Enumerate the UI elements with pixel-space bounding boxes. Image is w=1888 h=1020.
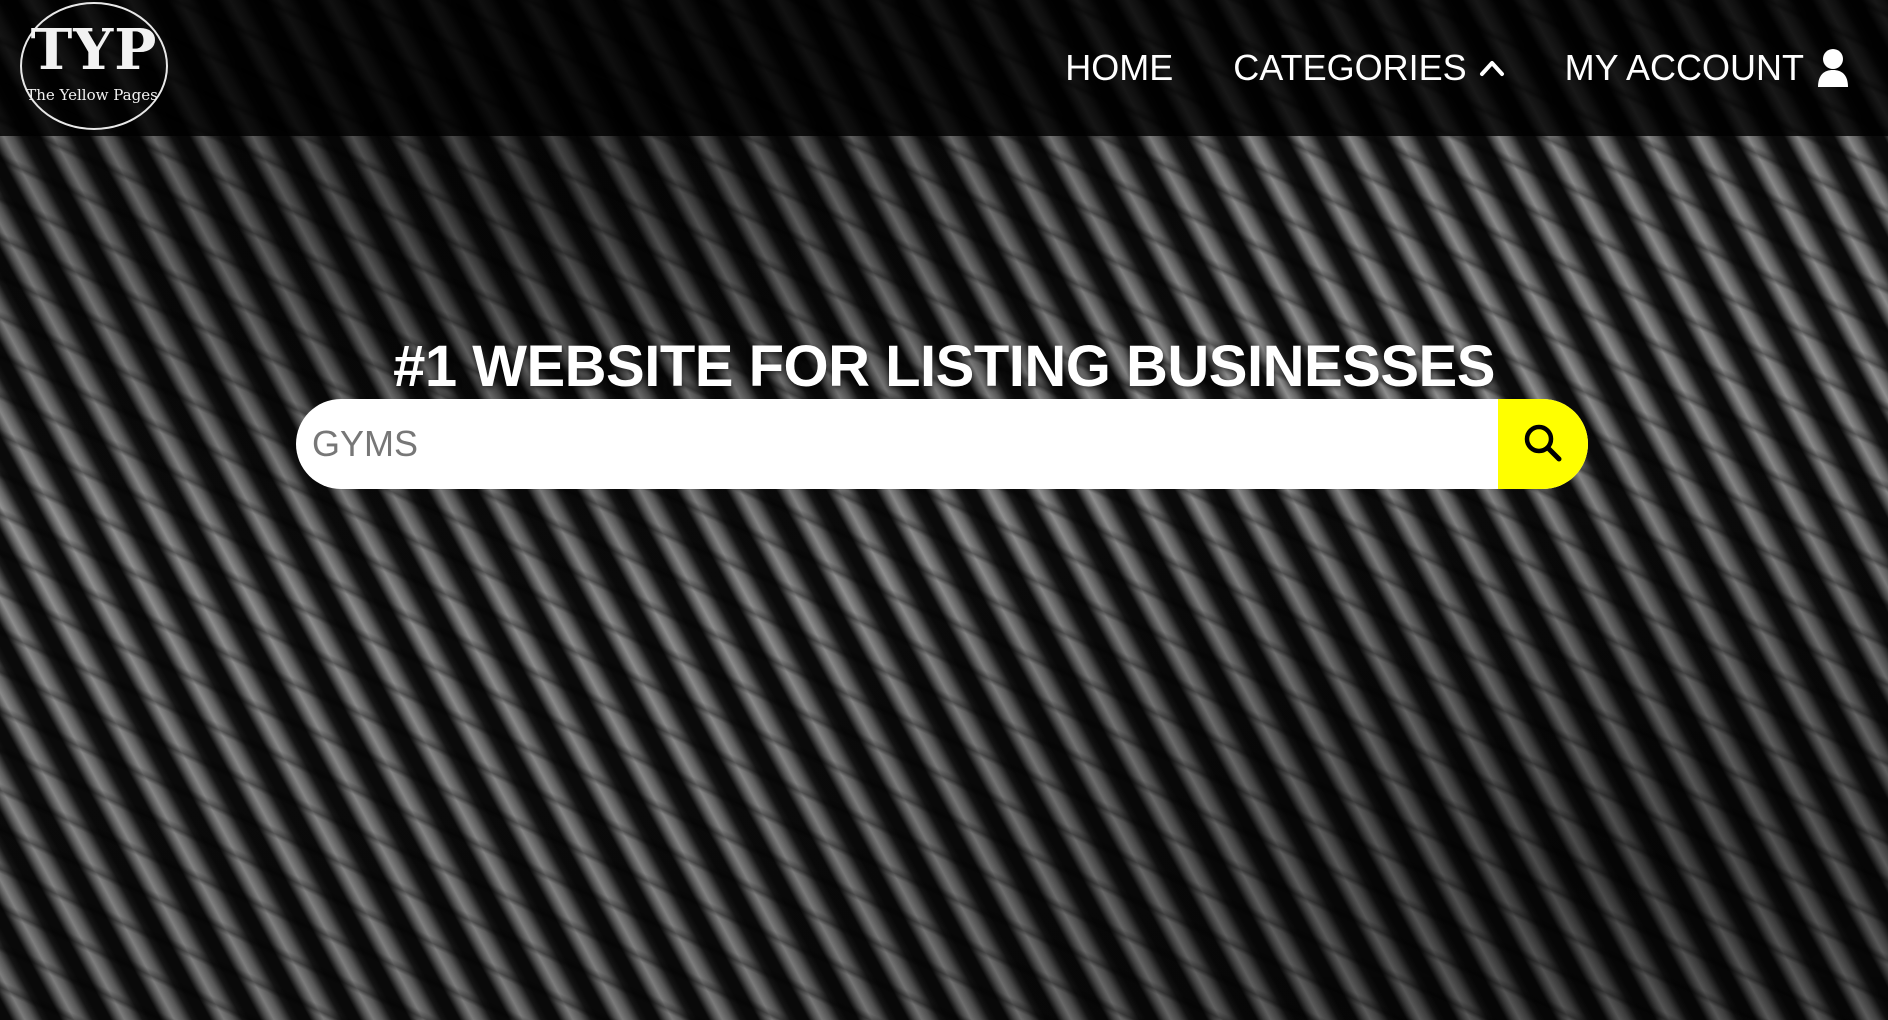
search-input[interactable]: [296, 399, 1498, 489]
nav-categories[interactable]: CATEGORIES: [1233, 44, 1504, 92]
nav-home[interactable]: HOME: [1065, 44, 1173, 92]
site-header: TYP The Yellow Pages HOME CATEGORIES MY …: [0, 0, 1888, 136]
nav-my-account-label: MY ACCOUNT: [1564, 47, 1804, 88]
logo-mark: TYP: [30, 17, 158, 83]
user-icon: [1816, 48, 1850, 88]
nav-home-label: HOME: [1065, 47, 1174, 88]
logo-tagline: The Yellow Pages: [26, 86, 158, 104]
search-bar: [296, 399, 1588, 489]
hero-background-image: [0, 0, 1888, 1020]
nav-categories-label: CATEGORIES: [1233, 47, 1467, 88]
chevron-up-icon: [1479, 58, 1505, 78]
search-icon: [1522, 422, 1564, 467]
search-button[interactable]: [1498, 399, 1588, 489]
logo[interactable]: TYP The Yellow Pages: [20, 2, 168, 130]
nav-my-account[interactable]: MY ACCOUNT: [1565, 44, 1850, 92]
hero-title: #1 WEBSITE FOR LISTING BUSINESSES: [393, 334, 1495, 399]
page: TYP The Yellow Pages HOME CATEGORIES MY …: [0, 0, 1888, 1020]
main-nav: HOME CATEGORIES MY ACCOUNT: [1065, 44, 1850, 92]
